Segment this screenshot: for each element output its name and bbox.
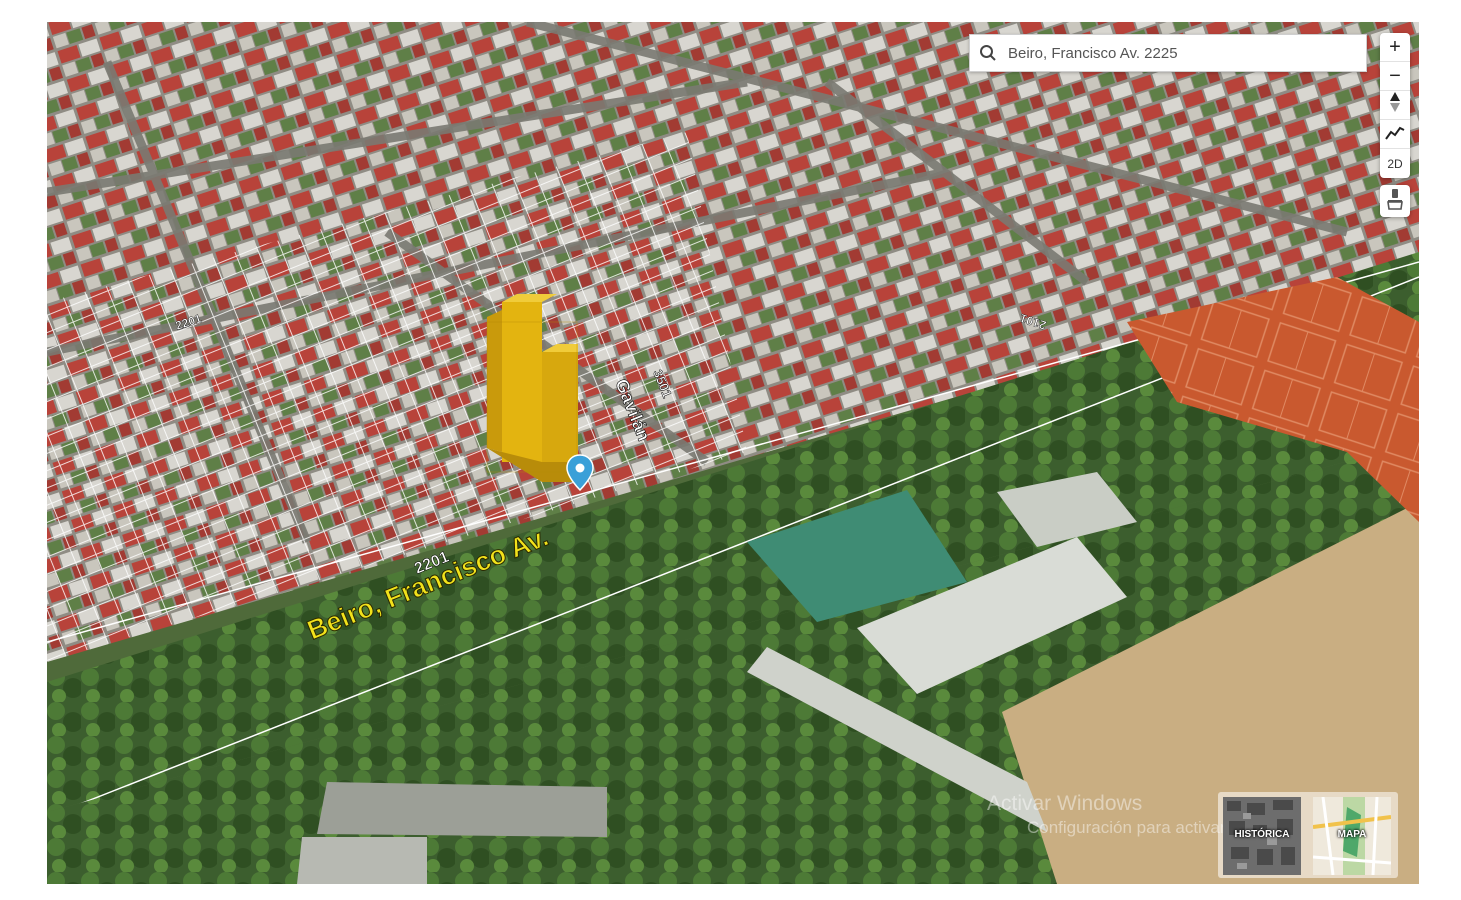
watermark-line-1: Activar Windows xyxy=(987,792,1143,815)
clear-button[interactable] xyxy=(1380,185,1410,217)
elevation-profile-icon xyxy=(1385,123,1405,146)
building-3d-model[interactable] xyxy=(486,294,578,482)
compass-button[interactable] xyxy=(1380,91,1410,120)
elevation-profile-button[interactable] xyxy=(1380,120,1410,149)
layer-switcher: HISTÓRICA MAPA xyxy=(1218,792,1398,878)
zoom-in-button[interactable]: + xyxy=(1380,33,1410,62)
aerial-3d-scene[interactable]: Beiro, Francisco Av. 2201 Gavilán 3501 2… xyxy=(47,22,1419,884)
map-layer-label: MAPA xyxy=(1337,829,1367,840)
historic-layer-button[interactable]: HISTÓRICA xyxy=(1223,797,1301,875)
search-icon[interactable] xyxy=(970,35,1006,71)
historic-layer-label: HISTÓRICA xyxy=(1234,829,1290,840)
map-controls: + − 2D xyxy=(1380,33,1410,178)
search-input[interactable] xyxy=(1006,37,1366,69)
map-viewer[interactable]: Beiro, Francisco Av. 2201 Gavilán 3501 2… xyxy=(47,22,1419,884)
north-arrow-icon xyxy=(1389,92,1401,118)
eraser-icon xyxy=(1386,188,1404,215)
view-2d-button[interactable]: 2D xyxy=(1380,149,1410,178)
address-search-box[interactable] xyxy=(969,34,1367,72)
zoom-out-button[interactable]: − xyxy=(1380,62,1410,91)
map-layer-button[interactable]: MAPA xyxy=(1313,797,1391,875)
